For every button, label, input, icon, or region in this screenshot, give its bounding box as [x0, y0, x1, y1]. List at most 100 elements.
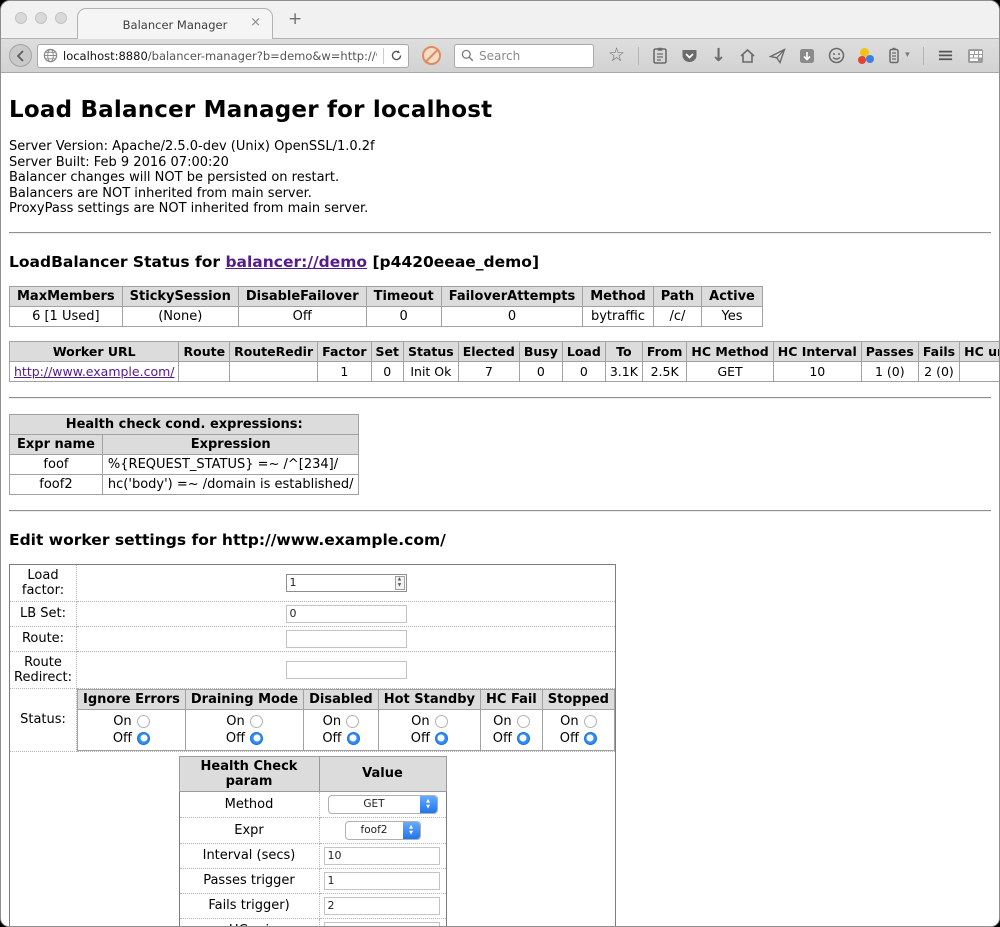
col-maxmembers: MaxMembers [10, 286, 123, 306]
disabled-on-radio[interactable] [346, 715, 359, 728]
lb-set-input[interactable] [286, 605, 407, 623]
col-active: Active [702, 286, 763, 306]
server-info: Server Version: Apache/2.5.0-dev (Unix) … [9, 139, 991, 217]
ignore-errors-off-radio[interactable] [137, 732, 150, 745]
tab-close-icon[interactable]: × [250, 16, 261, 29]
col-path: Path [653, 286, 701, 306]
stopped-off-radio[interactable] [584, 732, 597, 745]
balancer-status-heading: LoadBalancer Status for balancer://demo … [9, 253, 991, 271]
globe-icon [43, 48, 58, 63]
download-icon[interactable]: ↓ [711, 47, 726, 65]
balancer-status-row: 6 [1 Used] (None) Off 0 0 bytraffic /c/ … [10, 306, 763, 326]
server-built-line: Server Built: Feb 9 2016 07:00:20 [9, 155, 991, 171]
toolbar-separator [923, 47, 924, 65]
tab-bar: Balancer Manager × + [1, 1, 999, 39]
draining-mode-off-radio[interactable] [250, 732, 263, 745]
draining-mode-on-radio[interactable] [250, 715, 263, 728]
form-row-route: Route: [10, 626, 616, 651]
divider [9, 510, 991, 512]
search-bar[interactable]: Search [454, 44, 594, 68]
addon-icon[interactable] [799, 48, 815, 64]
url-text[interactable]: localhost:8880/balancer-manager?b=demo&w… [63, 49, 377, 63]
route-redirect-input[interactable] [286, 661, 407, 679]
search-placeholder: Search [479, 49, 520, 63]
form-row-lb-set: LB Set: [10, 601, 616, 626]
form-row-load-factor: Load factor: ▲▼ [10, 564, 616, 601]
worker-status-table: Worker URL Route RouteRedir Factor Set S… [9, 341, 999, 382]
zoom-window-button[interactable] [55, 12, 67, 24]
col-method: Method [583, 286, 653, 306]
home-icon[interactable] [739, 48, 756, 64]
hot-standby-on-radio[interactable] [435, 715, 448, 728]
method-select[interactable]: GET ▲▼ [328, 795, 438, 814]
pocket-icon[interactable] [681, 48, 698, 64]
interval-input[interactable] [324, 847, 440, 865]
battery-icon[interactable] [888, 47, 900, 64]
page-content: Load Balancer Manager for localhost Serv… [1, 73, 999, 927]
new-tab-button[interactable]: + [288, 11, 302, 28]
col-timeout: Timeout [366, 286, 441, 306]
tab-balancer-manager[interactable]: Balancer Manager × [77, 8, 273, 40]
select-chevrons-icon: ▲▼ [420, 796, 437, 813]
status-table: Ignore Errors Draining Mode Disabled Hot… [77, 689, 615, 751]
hc-expressions-title: Health check cond. expressions: [10, 414, 359, 434]
back-icon [15, 50, 27, 62]
expr-row: foof %{REQUEST_STATUS} =~ /^[234]/ [10, 454, 359, 474]
ignore-errors-on-radio[interactable] [137, 715, 150, 728]
worker-url-link[interactable]: http://www.example.com/ [14, 364, 174, 379]
number-spinner-icon[interactable]: ▲▼ [395, 576, 405, 590]
hc-param-row-passes: Passes trigger [179, 868, 446, 893]
form-row-hc-params: Health Check param Value Method GET ▲▼ [10, 751, 616, 927]
stopped-on-radio[interactable] [584, 715, 597, 728]
hc-param-row-method: Method GET ▲▼ [179, 791, 446, 817]
status-cell-draining-mode: On Off [185, 709, 303, 750]
block-icon[interactable] [422, 46, 441, 65]
browser-window: Balancer Manager × + localhost:8880/bala… [0, 0, 1000, 927]
clipboard-icon[interactable] [652, 47, 668, 64]
window-controls [15, 12, 67, 24]
back-button[interactable] [9, 44, 32, 67]
disabled-off-radio[interactable] [347, 732, 360, 745]
smiley-icon[interactable] [828, 47, 845, 64]
passes-trigger-input[interactable] [324, 872, 440, 890]
expr-select[interactable]: foof2 ▲▼ [345, 821, 421, 840]
hc-params-table: Health Check param Value Method GET ▲▼ [179, 756, 447, 927]
hc-param-row-hc-uri: HC uri [179, 918, 446, 927]
menu-icon[interactable]: ≡ [937, 45, 955, 66]
url-bar[interactable]: localhost:8880/balancer-manager?b=demo&w… [37, 44, 409, 68]
bookmark-star-icon[interactable]: ☆ [608, 46, 625, 65]
worker-row: http://www.example.com/ 1 0 Init Ok 7 0 … [10, 361, 1000, 381]
hc-fail-off-radio[interactable] [517, 732, 530, 745]
hc-fail-on-radio[interactable] [517, 715, 530, 728]
col-worker-url: Worker URL [10, 341, 179, 361]
toolbar-icons: ☆ ↓ ▾ ≡ [608, 45, 991, 66]
edit-worker-form: Load factor: ▲▼ LB Set: Route: Route Red… [9, 564, 616, 927]
toolbar-separator [638, 47, 639, 65]
server-version-line: Server Version: Apache/2.5.0-dev (Unix) … [9, 139, 991, 155]
reload-icon[interactable] [390, 49, 403, 62]
grid-icon[interactable] [967, 48, 984, 64]
balancer-demo-link[interactable]: balancer://demo [225, 253, 367, 271]
status-cell-ignore-errors: On Off [78, 709, 186, 750]
minimize-window-button[interactable] [35, 12, 47, 24]
hc-param-row-fails: Fails trigger) [179, 893, 446, 918]
form-row-route-redirect: Route Redirect: [10, 651, 616, 688]
route-input[interactable] [286, 630, 407, 648]
col-disablefailover: DisableFailover [238, 286, 366, 306]
close-window-button[interactable] [15, 12, 27, 24]
col-failoverattempts: FailoverAttempts [441, 286, 583, 306]
form-row-status: Status: Ignore Errors Draining Mode Disa… [10, 688, 616, 751]
fails-trigger-input[interactable] [324, 897, 440, 915]
send-icon[interactable] [769, 48, 786, 64]
hot-standby-off-radio[interactable] [435, 732, 448, 745]
divider [9, 232, 991, 234]
divider [9, 397, 991, 399]
dropdown-caret-icon[interactable]: ▾ [905, 51, 910, 60]
page-title: Load Balancer Manager for localhost [9, 73, 991, 123]
heading-prefix: LoadBalancer Status for [9, 253, 225, 271]
hc-uri-input[interactable] [324, 922, 440, 927]
load-factor-input[interactable] [286, 574, 407, 592]
colored-dots-icon[interactable] [858, 48, 875, 64]
balancer-status-table: MaxMembers StickySession DisableFailover… [9, 286, 763, 327]
hc-param-row-interval: Interval (secs) [179, 843, 446, 868]
